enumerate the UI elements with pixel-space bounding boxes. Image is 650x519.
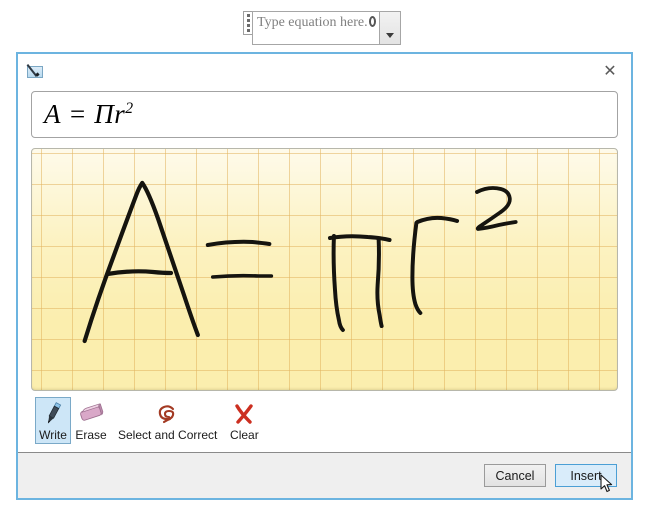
pen-icon: [39, 401, 67, 427]
tool-select-and-correct-label: Select and Correct: [118, 428, 218, 442]
lasso-icon: [154, 401, 182, 427]
ink-equation-dialog: ✕ A = Πr2 Write Erase Select and Correct…: [16, 52, 633, 500]
red-x-icon: [230, 401, 258, 427]
close-icon[interactable]: ✕: [597, 59, 623, 85]
equation-placeholder-input[interactable]: Type equation here.: [252, 11, 380, 45]
tool-clear-label: Clear: [230, 428, 259, 442]
equation-pi: Π: [94, 99, 115, 129]
ink-tool-strip: Write Erase Select and Correct Clear: [31, 397, 618, 444]
text-cursor-icon: [369, 16, 376, 27]
dialog-body: A = Πr2 Write Erase Select and Correct C…: [18, 89, 631, 444]
chevron-down-icon: [386, 33, 394, 38]
equation-lhs: A: [44, 99, 61, 129]
tool-clear[interactable]: Clear: [226, 397, 262, 444]
drag-grip-icon[interactable]: [243, 11, 252, 35]
equation-operator: =: [68, 99, 87, 129]
equation-dropdown-button[interactable]: [380, 11, 401, 45]
tool-write[interactable]: Write: [35, 397, 71, 444]
equation-preview-text: A = Πr2: [44, 99, 134, 130]
insert-button[interactable]: Insert: [555, 464, 617, 487]
ink-writing-canvas[interactable]: [31, 148, 618, 391]
ink-equation-icon: [26, 63, 46, 79]
equation-content-control[interactable]: Type equation here.: [243, 11, 401, 45]
dialog-footer: Cancel Insert: [18, 452, 631, 498]
dialog-titlebar: ✕: [18, 54, 631, 89]
tool-erase-label: Erase: [75, 428, 107, 442]
tool-erase[interactable]: Erase: [73, 397, 109, 444]
equation-variable: r: [114, 99, 126, 129]
cancel-button[interactable]: Cancel: [484, 464, 546, 487]
tool-write-label: Write: [39, 428, 67, 442]
equation-exponent: 2: [125, 100, 134, 117]
tool-select-and-correct[interactable]: Select and Correct: [111, 397, 224, 444]
equation-placeholder-text: Type equation here.: [257, 15, 368, 30]
ink-strokes: [82, 180, 518, 344]
eraser-icon: [77, 401, 105, 427]
equation-preview[interactable]: A = Πr2: [31, 91, 618, 138]
